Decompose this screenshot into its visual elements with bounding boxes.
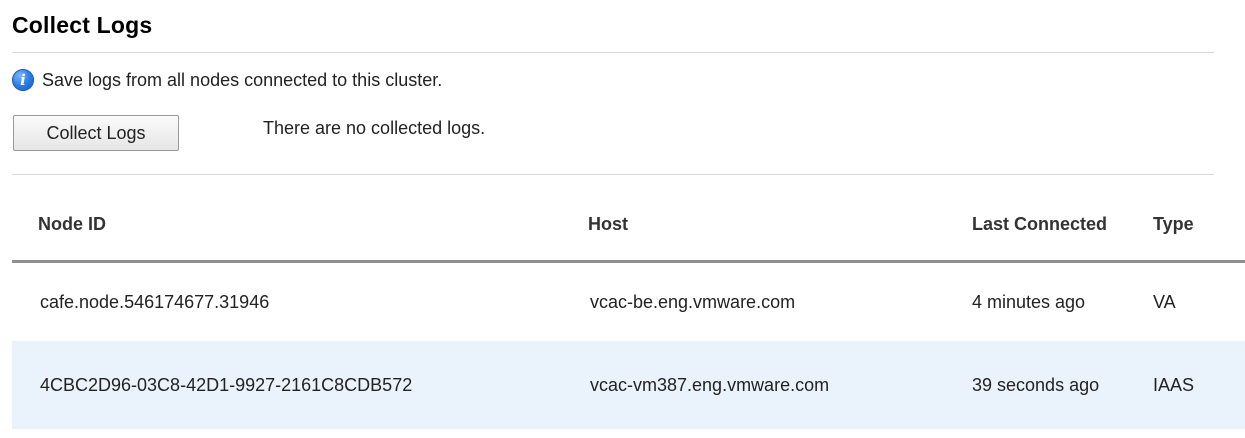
cell-last-connected: 4 minutes ago (946, 261, 1127, 341)
section-divider (12, 174, 1214, 175)
collected-logs-status: There are no collected logs. (263, 118, 486, 138)
column-header-last-connected[interactable]: Last Connected (946, 188, 1127, 263)
collect-logs-button[interactable]: Collect Logs (13, 115, 179, 151)
info-message: i Save logs from all nodes connected to … (12, 68, 442, 92)
table-header-row: Node ID Host Last Connected Type (12, 188, 1245, 263)
table-row[interactable]: 4CBC2D96-03C8-42D1-9927-2161C8CDB572 vca… (12, 340, 1245, 429)
info-text: Save logs from all nodes connected to th… (42, 69, 443, 90)
cell-host: vcac-be.eng.vmware.com (562, 261, 946, 341)
table-row[interactable]: cafe.node.546174677.31946 vcac-be.eng.vm… (12, 261, 1245, 341)
cell-type: VA (1127, 261, 1245, 341)
column-header-host[interactable]: Host (562, 188, 946, 263)
cell-node-id: cafe.node.546174677.31946 (12, 261, 562, 341)
column-header-node-id[interactable]: Node ID (12, 188, 562, 263)
title-divider (12, 52, 1214, 53)
cell-host: vcac-vm387.eng.vmware.com (562, 340, 946, 429)
cell-node-id: 4CBC2D96-03C8-42D1-9927-2161C8CDB572 (12, 340, 562, 429)
cell-type: IAAS (1127, 340, 1245, 429)
info-icon: i (12, 69, 34, 91)
nodes-table: Node ID Host Last Connected Type cafe.no… (12, 188, 1245, 429)
column-header-type[interactable]: Type (1127, 188, 1245, 263)
page-title: Collect Logs (12, 12, 153, 38)
cell-last-connected: 39 seconds ago (946, 340, 1127, 429)
